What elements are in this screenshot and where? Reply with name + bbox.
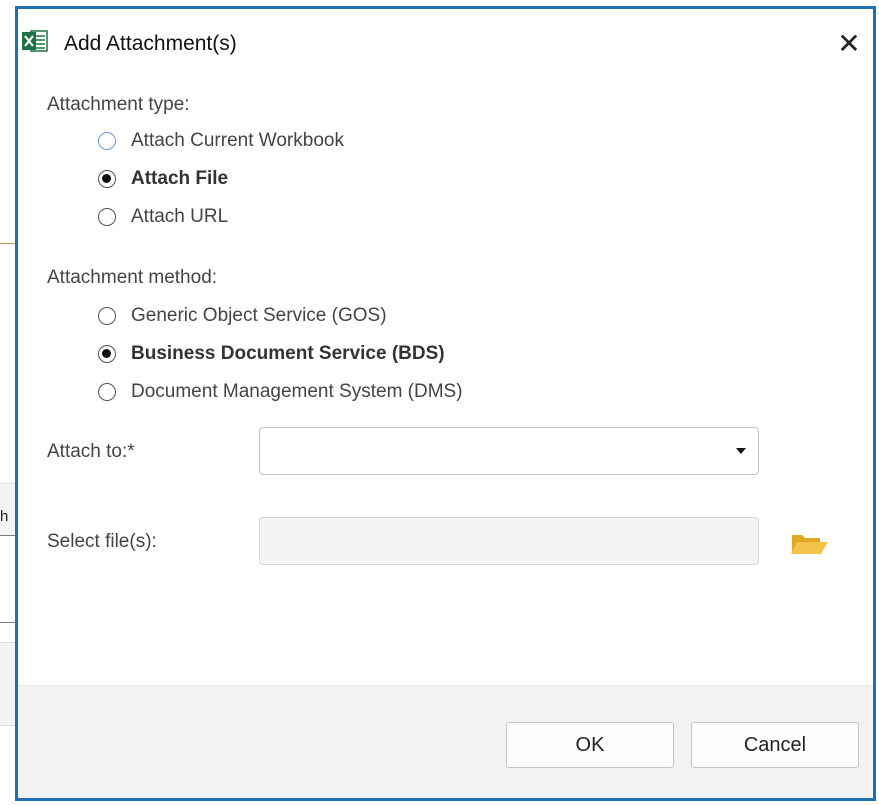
radio-attach-current-workbook[interactable]: Attach Current Workbook [98,126,344,156]
radio-label: Attach URL [131,206,229,227]
close-icon: ✕ [837,27,861,59]
radio-button[interactable] [98,170,116,188]
radio-label: Attach File [131,168,229,189]
close-button[interactable]: ✕ [827,23,871,63]
dialog-titlebar: Add Attachment(s) ✕ [18,9,873,75]
attach-to-label: Attach to:* [47,441,135,462]
radio-button[interactable] [98,132,116,150]
background-text-fragment: h [0,508,9,525]
attach-to-dropdown[interactable] [259,427,759,475]
radio-label: Document Management System (DMS) [131,381,463,402]
radio-gos[interactable]: Generic Object Service (GOS) [98,301,387,331]
radio-label: Business Document Service (BDS) [131,343,445,364]
radio-button[interactable] [98,345,116,363]
radio-button[interactable] [98,383,116,401]
cancel-button[interactable]: Cancel [691,722,859,768]
dialog-footer: OK Cancel [18,685,873,798]
radio-dms[interactable]: Document Management System (DMS) [98,377,463,407]
select-files-input[interactable] [259,517,759,565]
radio-button[interactable] [98,208,116,226]
excel-icon [22,30,48,52]
radio-bds[interactable]: Business Document Service (BDS) [98,339,445,369]
chevron-down-icon [736,448,746,454]
radio-label: Attach Current Workbook [131,130,344,151]
radio-label: Generic Object Service (GOS) [131,305,387,326]
attachment-method-label: Attachment method: [47,267,218,288]
dialog-title: Add Attachment(s) [64,32,237,55]
select-files-label: Select file(s): [47,531,157,552]
radio-attach-url[interactable]: Attach URL [98,202,228,232]
add-attachment-dialog: Add Attachment(s) ✕ Attachment type: Att… [15,6,876,801]
radio-button[interactable] [98,307,116,325]
radio-attach-file[interactable]: Attach File [98,164,228,194]
folder-open-icon[interactable] [790,532,830,556]
attachment-type-label: Attachment type: [47,94,190,115]
ok-button[interactable]: OK [506,722,674,768]
